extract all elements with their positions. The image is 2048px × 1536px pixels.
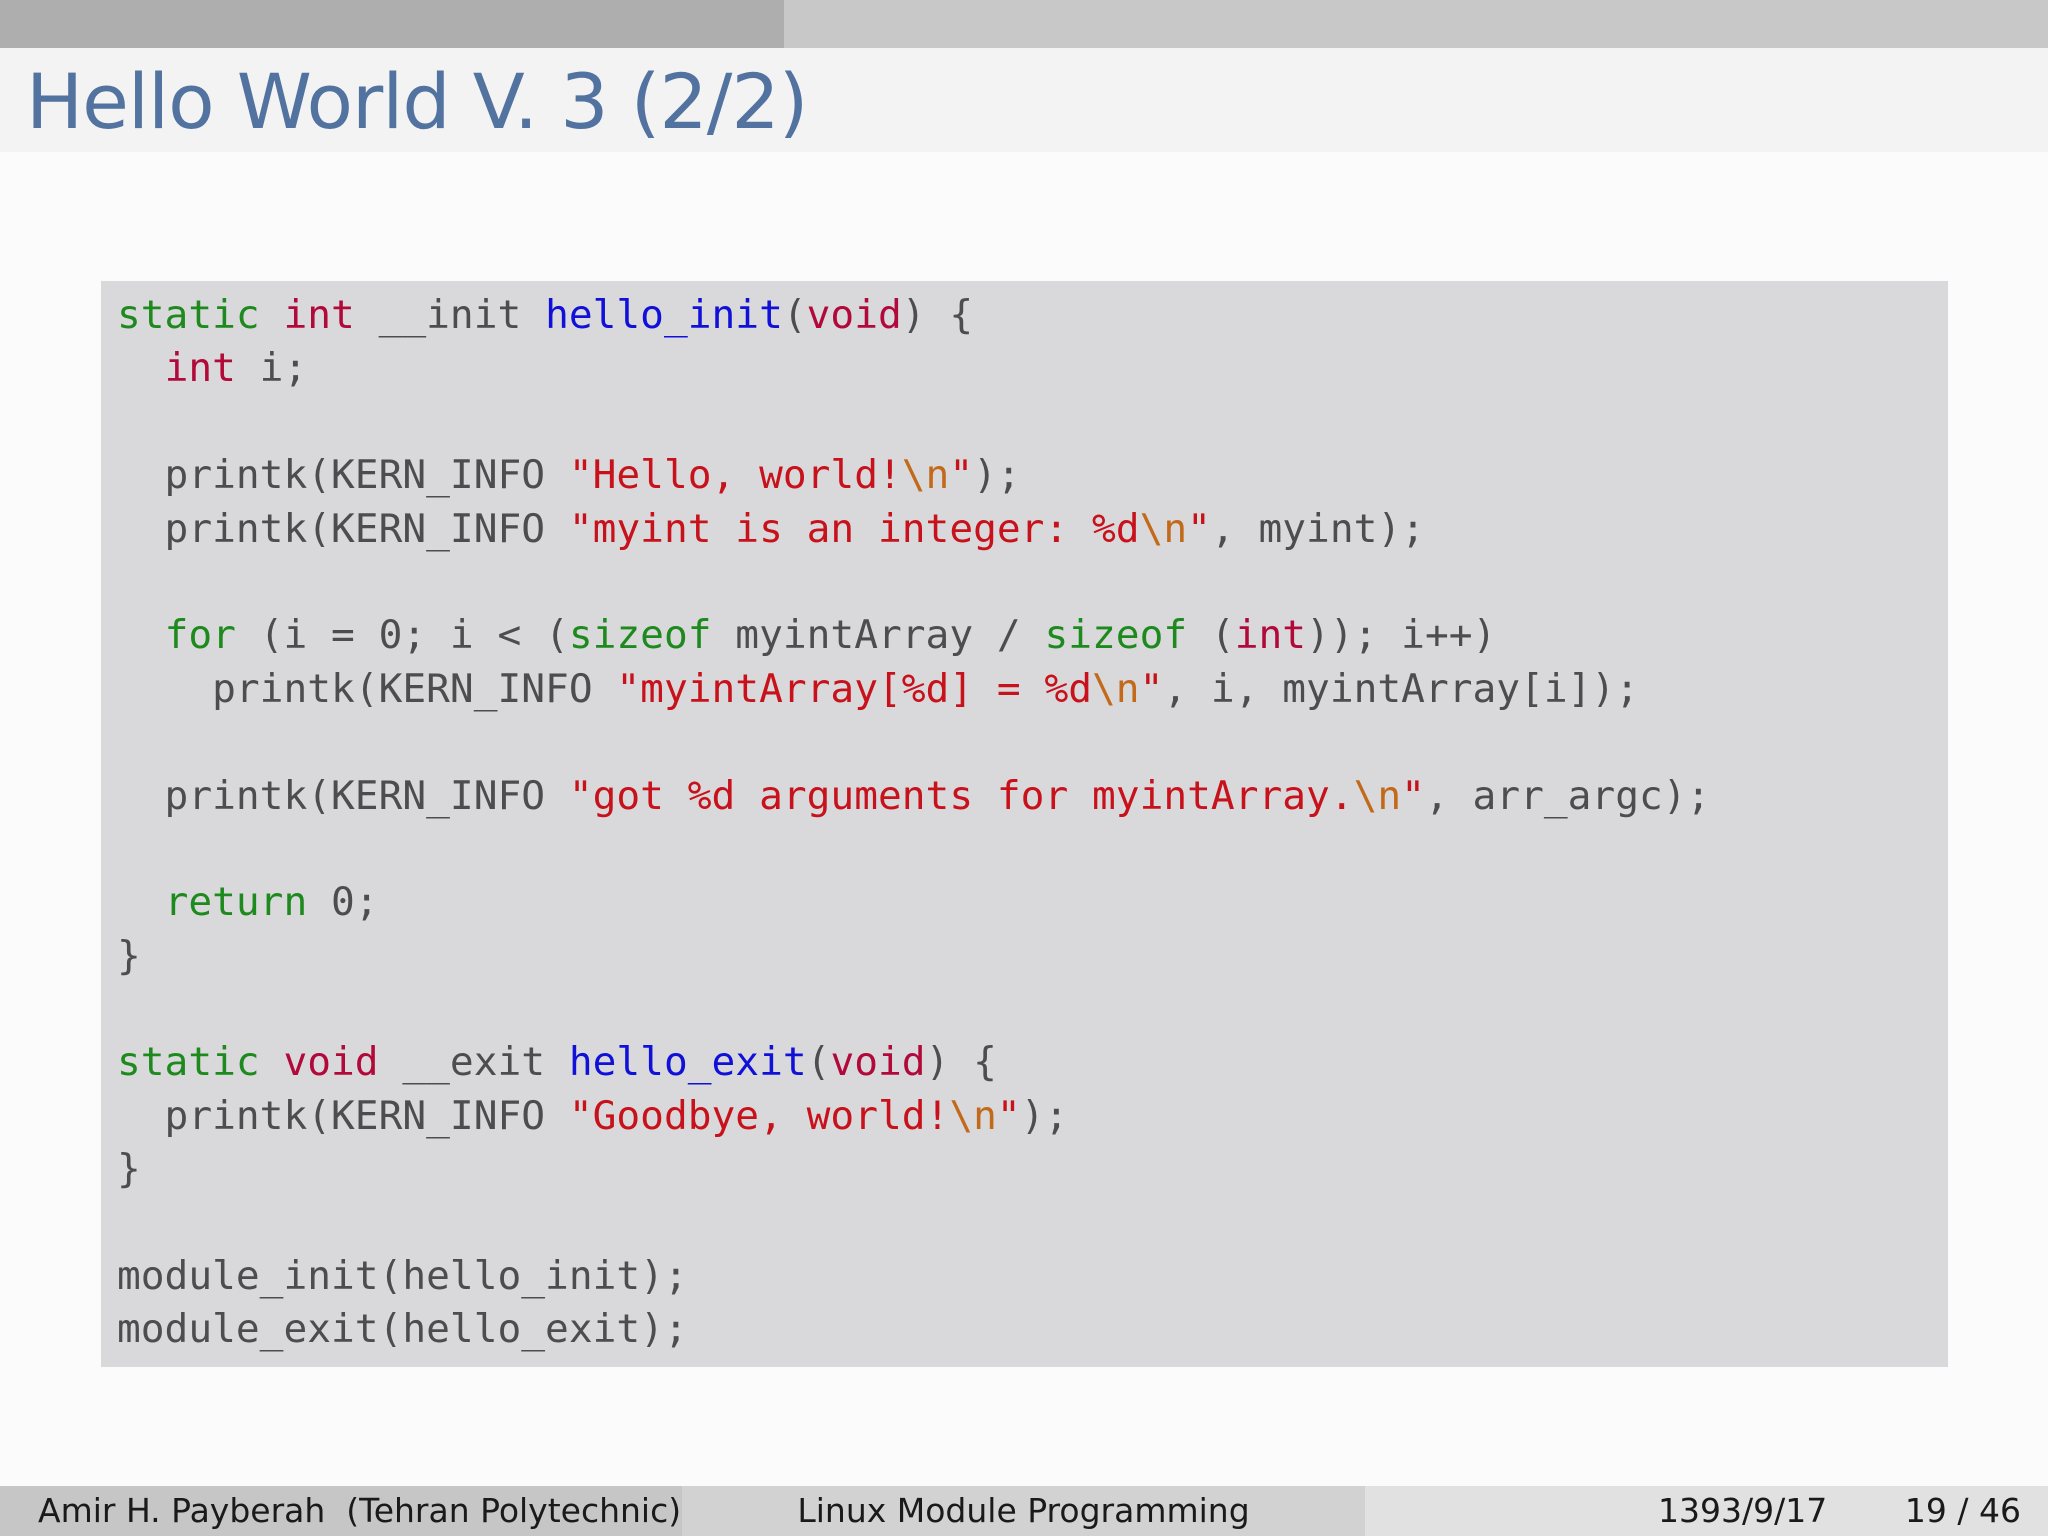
code-type: void <box>830 1039 926 1086</box>
code-text: module_init(hello_init); <box>117 1253 688 1300</box>
code-text: , i, myintArray[i]); <box>1163 665 1639 712</box>
progress-fill <box>0 0 785 48</box>
code-function-name: hello_init <box>545 292 783 338</box>
code-text: } <box>117 1146 141 1193</box>
code-keyword: sizeof <box>1044 612 1188 659</box>
code-string: "myintArray[%d] = %d <box>616 665 1093 712</box>
code-text: ); <box>973 452 1021 499</box>
code-string: " <box>1139 665 1164 712</box>
code-type: int <box>1234 612 1307 659</box>
code-line: printk(KERN_INFO "got %d arguments for m… <box>117 770 1948 823</box>
code-line: } <box>117 1143 1948 1196</box>
footer-author: Amir H. Payberah (Tehran Polytechnic) <box>0 1486 682 1536</box>
code-escape: \n <box>901 452 950 499</box>
code-text: ); <box>1020 1092 1069 1139</box>
code-line: printk(KERN_INFO "myintArray[%d] = %d\n"… <box>117 663 1948 716</box>
code-keyword: sizeof <box>568 612 712 659</box>
code-escape: \n <box>1139 505 1188 552</box>
code-text: } <box>117 932 141 979</box>
code-text: printk(KERN_INFO <box>117 665 617 712</box>
code-type: void <box>283 1039 379 1086</box>
code-escape: \n <box>1353 772 1402 819</box>
progress-bar <box>0 0 2048 48</box>
code-keyword: static <box>117 292 260 338</box>
code-text: module_exit(hello_exit); <box>117 1306 688 1353</box>
code-type: int <box>283 292 355 338</box>
code-line: static void __exit hello_exit(void) { <box>117 1036 1948 1089</box>
footer-info: 1393/9/17 19 / 46 <box>1365 1486 2048 1536</box>
code-escape: \n <box>1092 665 1140 712</box>
code-text: 0; <box>307 879 379 926</box>
code-block: static int __init hello_init(void) { int… <box>101 281 1948 1367</box>
code-keyword: return <box>164 879 308 926</box>
code-line: module_init(hello_init); <box>117 1250 1948 1303</box>
code-text: )); i++) <box>1306 612 1497 659</box>
footer-talk-title: Linux Module Programming <box>682 1486 1365 1536</box>
code-string: " <box>1187 505 1211 552</box>
code-text: printk(KERN_INFO <box>117 1092 569 1139</box>
code-text: , arr_argc); <box>1424 772 1711 819</box>
code-string: "Goodbye, world! <box>568 1092 950 1139</box>
code-escape: \n <box>949 1092 997 1139</box>
code-text: ( <box>782 292 807 338</box>
code-string: "myint is an integer: %d <box>568 505 1140 552</box>
code-keyword: for <box>164 612 236 659</box>
code-string: "got %d arguments for myintArray. <box>568 772 1354 819</box>
code-string: "Hello, world! <box>568 452 902 499</box>
code-text: i; <box>235 345 308 392</box>
code-text: , myint); <box>1210 505 1425 552</box>
code-text: ( <box>806 1039 831 1086</box>
code-text: ) { <box>901 292 974 338</box>
code-string: " <box>1401 772 1425 819</box>
code-line: return 0; <box>117 876 1948 929</box>
code-string: " <box>949 452 974 499</box>
code-type: int <box>164 345 236 392</box>
code-line: for (i = 0; i < (sizeof myintArray / siz… <box>117 609 1948 662</box>
code-line: } <box>117 930 1948 983</box>
slide-title: Hello World V. 3 (2/2) <box>26 57 808 146</box>
code-text: ) { <box>925 1039 997 1086</box>
code-line: printk(KERN_INFO "Goodbye, world!\n"); <box>117 1090 1948 1143</box>
code-function-name: hello_exit <box>568 1039 807 1086</box>
code-line: printk(KERN_INFO "myint is an integer: %… <box>117 503 1948 556</box>
code-line: int i; <box>117 342 1948 395</box>
code-text: myintArray / <box>711 612 1045 659</box>
code-string: " <box>996 1092 1021 1139</box>
code-text: (i = 0; i < ( <box>235 612 569 659</box>
footer: Amir H. Payberah (Tehran Polytechnic) Li… <box>0 1486 2048 1536</box>
code-text: __init <box>354 292 546 338</box>
code-line: static int __init hello_init(void) { <box>117 289 1948 342</box>
code-keyword: static <box>117 1039 260 1086</box>
code-text: __exit <box>378 1039 569 1086</box>
code-line: printk(KERN_INFO "Hello, world!\n"); <box>117 449 1948 502</box>
code-text: ( <box>1187 612 1235 659</box>
code-text: printk(KERN_INFO <box>117 772 569 819</box>
page-number: 19 / 46 <box>1904 1491 2021 1530</box>
code-type: void <box>806 292 902 338</box>
code-text: printk(KERN_INFO <box>117 505 569 552</box>
code-line: module_exit(hello_exit); <box>117 1303 1948 1356</box>
code-text: printk(KERN_INFO <box>117 452 569 499</box>
footer-date: 1393/9/17 <box>1658 1491 1828 1530</box>
